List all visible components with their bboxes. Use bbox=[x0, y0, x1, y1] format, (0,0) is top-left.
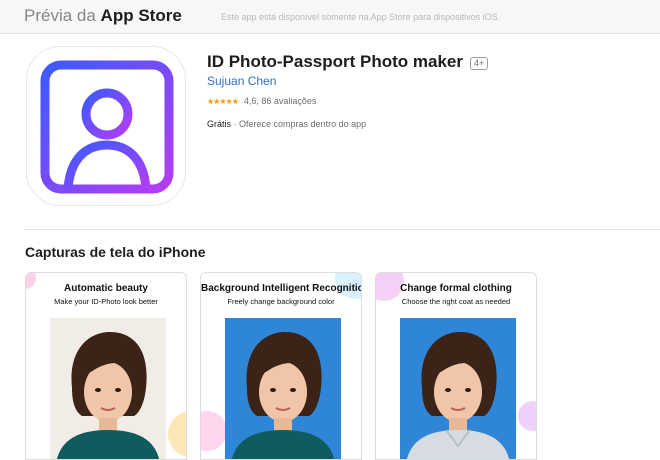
rating-stars-icon: ★★★★★ bbox=[207, 97, 239, 106]
screenshot-subtitle: Choose the right coat as needed bbox=[401, 297, 511, 306]
screenshot-subtitle: Freely change background color bbox=[227, 297, 335, 306]
app-store-preview-brand[interactable]: Prévia da App Store bbox=[24, 6, 182, 26]
screenshot-subtitle: Make your ID-Photo look better bbox=[54, 297, 158, 306]
screenshot-card-3[interactable]: Change formal clothing Choose the right … bbox=[375, 272, 537, 460]
section-divider bbox=[24, 229, 660, 230]
rating-text: 4,6, 86 avaliações bbox=[243, 96, 317, 106]
price-label: Grátis bbox=[207, 119, 232, 129]
ios-only-notice: Este app está disponível somente na App … bbox=[221, 12, 501, 22]
decor-blob bbox=[518, 401, 536, 431]
rating-summary: ★★★★★ 4,6, 86 avaliações bbox=[207, 96, 316, 106]
portrait-photo bbox=[50, 318, 166, 459]
screenshots-section-title: Capturas de tela do iPhone bbox=[25, 244, 206, 260]
portrait-photo bbox=[400, 318, 516, 459]
decor-blob bbox=[168, 411, 186, 457]
user-portrait-icon bbox=[40, 60, 174, 194]
brand-name: App Store bbox=[100, 6, 182, 25]
developer-link[interactable]: Sujuan Chen bbox=[207, 74, 276, 88]
in-app-purchases-label: · Oferece compras dentro do app bbox=[233, 119, 367, 129]
app-icon bbox=[26, 46, 186, 206]
portrait-photo bbox=[225, 318, 341, 459]
screenshot-card-1[interactable]: Automatic beauty Make your ID-Photo look… bbox=[25, 272, 187, 460]
top-bar: Prévia da App Store Este app está dispon… bbox=[0, 0, 660, 34]
age-rating-badge: 4+ bbox=[470, 57, 489, 70]
screenshot-title: Background Intelligent Recognition bbox=[201, 283, 362, 294]
screenshot-title: Change formal clothing bbox=[400, 283, 512, 294]
decor-blob bbox=[201, 411, 227, 451]
app-title: ID Photo-Passport Photo maker bbox=[207, 52, 463, 71]
brand-prefix: Prévia da bbox=[24, 6, 101, 25]
price-line: Grátis · Oferece compras dentro do app bbox=[207, 119, 366, 129]
screenshot-card-2[interactable]: Background Intelligent Recognition Freel… bbox=[200, 272, 362, 460]
screenshot-title: Automatic beauty bbox=[64, 283, 148, 294]
